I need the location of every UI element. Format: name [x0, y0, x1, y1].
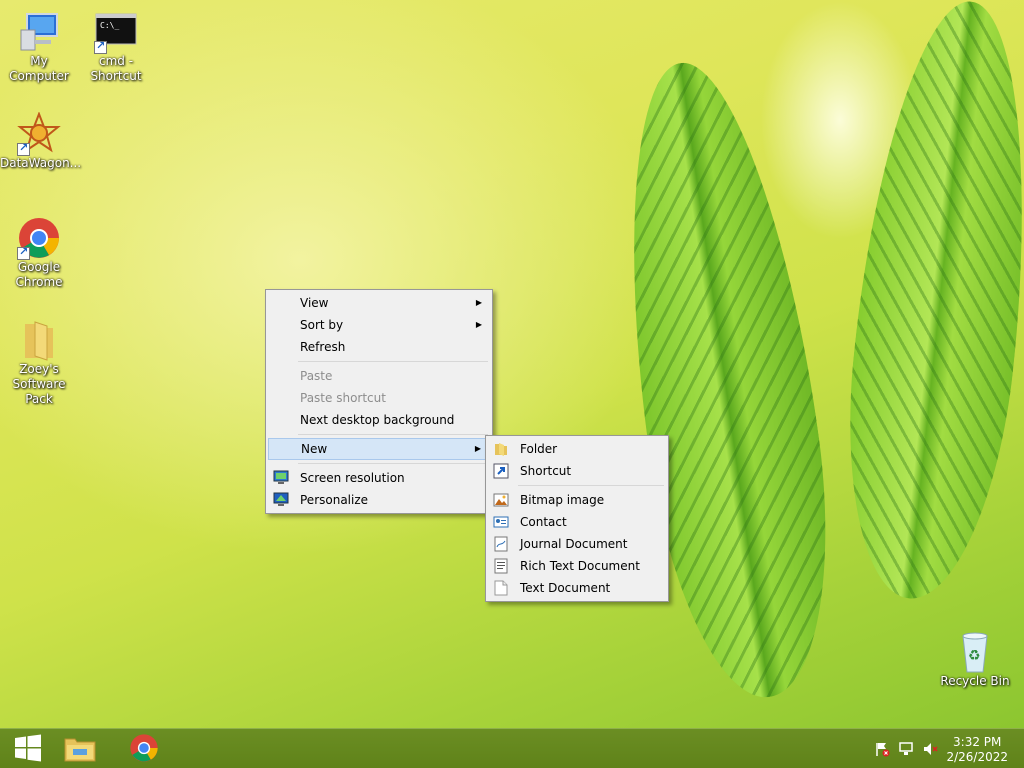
taskbar-clock[interactable]: 3:32 PM 2/26/2022	[946, 735, 1008, 765]
menu-separator	[518, 485, 664, 486]
desktop-icon-label: My Computer	[9, 54, 69, 83]
desktop-icon-label: Recycle Bin	[940, 674, 1010, 688]
text-document-icon	[493, 580, 509, 596]
menu-item-label: Paste	[300, 369, 333, 383]
desktop-background[interactable]: My Computer C:\_ cmd - Shortcut DataWago…	[0, 0, 1024, 728]
menu-item-refresh[interactable]: Refresh	[268, 336, 490, 358]
menu-item-label: Personalize	[300, 493, 369, 507]
desktop-icon-label: Zoey's Software Pack	[12, 362, 66, 406]
submenu-arrow-icon: ▶	[475, 298, 482, 307]
menu-item-label: Paste shortcut	[300, 391, 386, 405]
folder-icon	[17, 318, 61, 362]
menu-separator	[298, 434, 488, 435]
menu-item-view[interactable]: View ▶	[268, 292, 490, 314]
folder-icon	[493, 441, 509, 457]
screen-resolution-icon	[273, 470, 289, 486]
submenu-arrow-icon: ▶	[474, 444, 481, 453]
desktop-icon-google-chrome[interactable]: Google Chrome	[0, 216, 78, 290]
taskbar-file-explorer[interactable]	[52, 729, 108, 768]
menu-item-label: New	[301, 442, 328, 456]
menu-item-new-bitmap[interactable]: Bitmap image	[488, 489, 666, 511]
taskbar-chrome[interactable]	[116, 729, 172, 768]
recycle-bin-icon: ♻	[953, 630, 997, 674]
rich-text-document-icon	[493, 558, 509, 574]
chrome-icon	[17, 216, 61, 260]
menu-item-paste[interactable]: Paste	[268, 365, 490, 387]
menu-item-paste-shortcut[interactable]: Paste shortcut	[268, 387, 490, 409]
clock-date: 2/26/2022	[946, 750, 1008, 764]
chrome-icon	[129, 733, 159, 766]
desktop-icon-label: cmd - Shortcut	[90, 54, 142, 83]
network-icon[interactable]	[898, 741, 914, 757]
menu-item-screen-resolution[interactable]: Screen resolution	[268, 467, 490, 489]
menu-item-next-desktop-background[interactable]: Next desktop background	[268, 409, 490, 431]
personalize-icon	[273, 492, 289, 508]
desktop-icon-my-computer[interactable]: My Computer	[0, 10, 78, 84]
desktop-icon-label: DataWagon...	[0, 156, 82, 170]
menu-item-label: Refresh	[300, 340, 346, 354]
menu-separator	[298, 463, 488, 464]
desktop-context-menu: View ▶ Sort by ▶ Refresh Paste Paste sho…	[265, 289, 493, 514]
cmd-icon: C:\_	[94, 10, 138, 54]
menu-item-new-contact[interactable]: Contact	[488, 511, 666, 533]
desktop-icon-datawagon[interactable]: DataWagon...	[0, 111, 82, 171]
menu-item-label: Journal Document	[520, 537, 628, 551]
datawagon-icon	[17, 111, 61, 156]
shortcut-arrow-icon	[17, 141, 30, 156]
menu-item-personalize[interactable]: Personalize	[268, 489, 490, 511]
menu-item-label: View	[300, 296, 329, 310]
windows-start-icon	[14, 734, 42, 765]
menu-item-label: Contact	[520, 515, 567, 529]
desktop-icon-zoeys-software-pack[interactable]: Zoey's Software Pack	[0, 318, 78, 407]
clock-time: 3:32 PM	[953, 735, 1002, 749]
menu-item-new-journal-document[interactable]: Journal Document	[488, 533, 666, 555]
menu-item-label: Text Document	[520, 581, 611, 595]
menu-item-label: Sort by	[300, 318, 344, 332]
taskbar: 3:32 PM 2/26/2022	[0, 728, 1024, 768]
svg-text:♻: ♻	[968, 648, 981, 664]
desktop-icon-recycle-bin[interactable]: ♻ Recycle Bin	[936, 630, 1014, 689]
computer-icon	[17, 10, 61, 54]
desktop-icon-label: Google Chrome	[15, 260, 63, 289]
shortcut-arrow-icon	[94, 39, 107, 54]
submenu-arrow-icon: ▶	[475, 320, 482, 329]
menu-item-new-text-document[interactable]: Text Document	[488, 577, 666, 599]
action-center-flag-icon[interactable]	[874, 741, 890, 757]
menu-item-new-rich-text-document[interactable]: Rich Text Document	[488, 555, 666, 577]
start-button[interactable]	[0, 729, 56, 768]
file-explorer-icon	[63, 733, 97, 766]
menu-item-sort-by[interactable]: Sort by ▶	[268, 314, 490, 336]
menu-item-label: Next desktop background	[300, 413, 455, 427]
menu-item-new-shortcut[interactable]: Shortcut	[488, 460, 666, 482]
menu-item-label: Bitmap image	[520, 493, 605, 507]
new-submenu: Folder Shortcut Bitmap image Contact Jou…	[485, 435, 669, 602]
menu-item-label: Folder	[520, 442, 558, 456]
svg-text:C:\_: C:\_	[100, 21, 119, 30]
volume-muted-icon[interactable]	[922, 741, 938, 757]
shortcut-arrow-icon	[17, 245, 30, 260]
menu-separator	[298, 361, 488, 362]
bitmap-image-icon	[493, 492, 509, 508]
menu-item-new[interactable]: New ▶	[268, 438, 490, 460]
menu-item-label: Screen resolution	[300, 471, 405, 485]
menu-item-new-folder[interactable]: Folder	[488, 438, 666, 460]
desktop-icon-cmd-shortcut[interactable]: C:\_ cmd - Shortcut	[77, 10, 155, 84]
contact-icon	[493, 514, 509, 530]
menu-item-label: Shortcut	[520, 464, 572, 478]
shortcut-icon	[493, 463, 509, 479]
menu-item-label: Rich Text Document	[520, 559, 640, 573]
journal-document-icon	[493, 536, 509, 552]
